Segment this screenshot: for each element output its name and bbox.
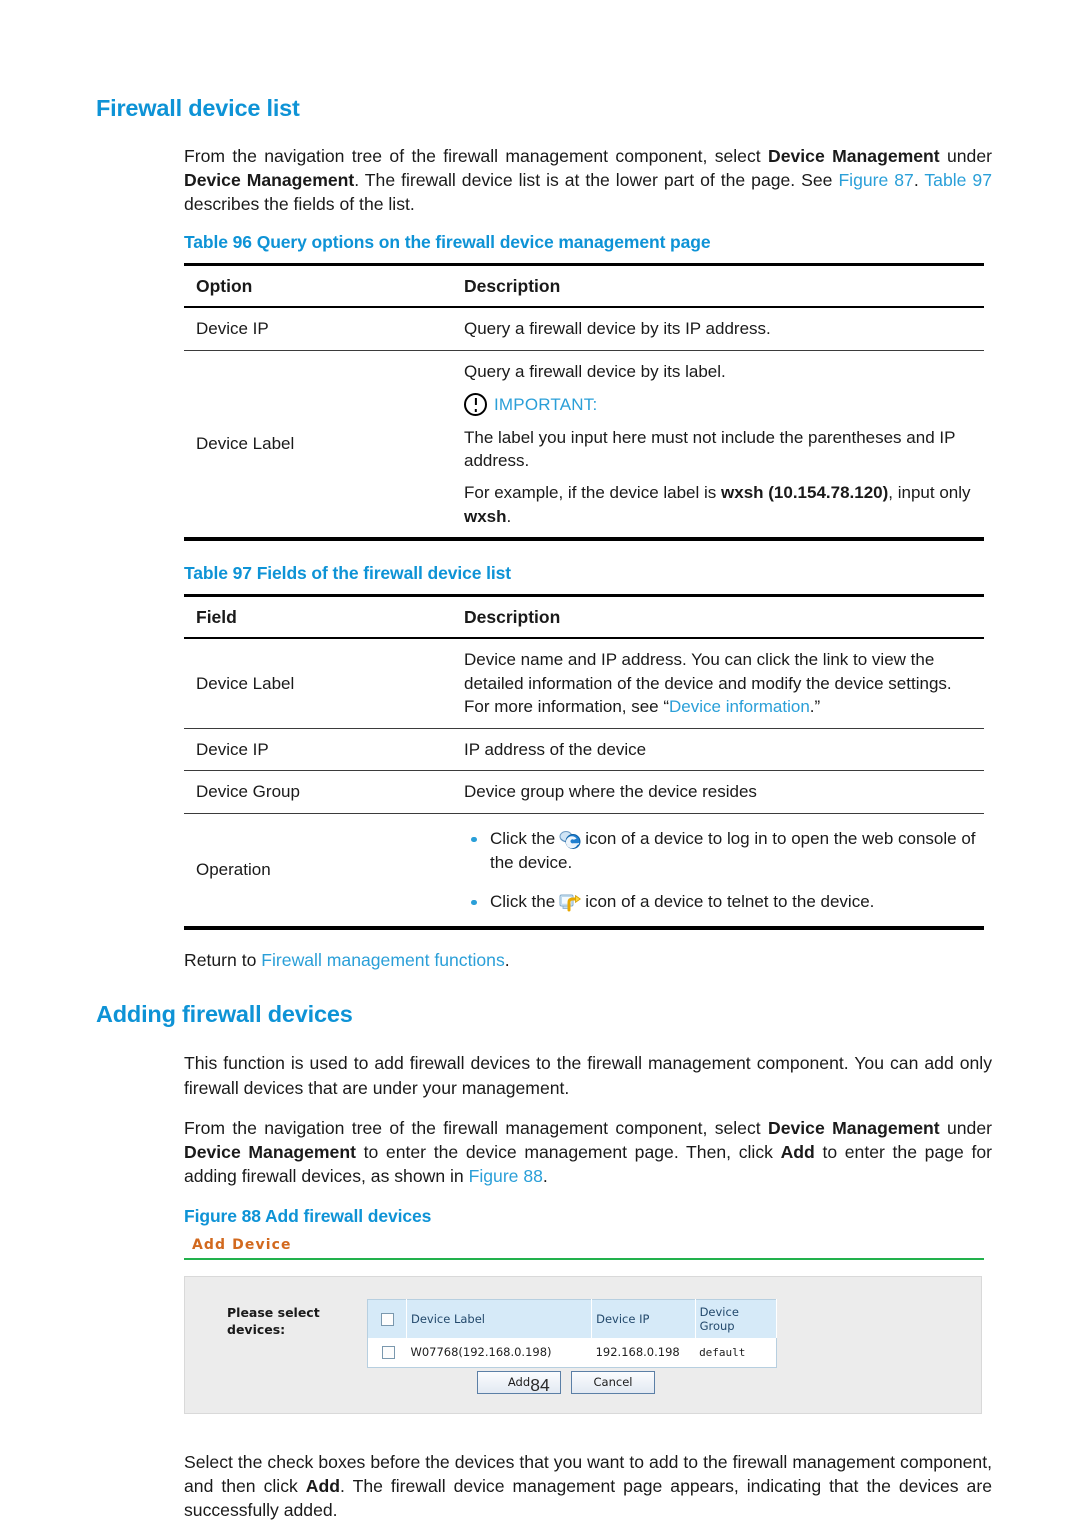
table-96-header-row: Option Description — [184, 263, 984, 309]
section2-paragraph-2: From the navigation tree of the firewall… — [184, 1116, 992, 1188]
device-ip-header: Device IP — [591, 1299, 696, 1338]
list-item: Click the icon of a device to log in to o… — [464, 827, 980, 876]
figure-88-caption: Figure 88 Add firewall devices — [184, 1205, 432, 1226]
table-row: Device Group Device group where the devi… — [184, 770, 984, 814]
page-title: Firewall device list — [96, 95, 300, 121]
row-device-group: default — [695, 1337, 777, 1368]
table-96-row0-option: Device IP — [184, 307, 452, 351]
section2-bold-3: Add — [780, 1141, 815, 1162]
table-96-header-description: Description — [452, 263, 984, 309]
table-97-row3-field: Operation — [184, 813, 452, 930]
figure-87-link[interactable]: Figure 87 — [838, 170, 913, 190]
table-96-header-option: Option — [184, 263, 452, 309]
please-select-devices-label: Please select devices: — [227, 1304, 320, 1337]
important-text-c: . — [506, 506, 512, 526]
device-table-header-row: Device Label Device IP Device Group — [367, 1299, 778, 1338]
row-device-ip: 192.168.0.198 — [591, 1337, 696, 1368]
important-example-label: wxsh (10.154.78.120) — [721, 483, 889, 503]
section2-text-b: under — [939, 1117, 992, 1138]
important-note-header: IMPORTANT: — [464, 393, 980, 417]
return-prefix: Return to — [184, 949, 262, 970]
closing-bold-add: Add — [305, 1475, 340, 1496]
important-label: IMPORTANT: — [494, 395, 598, 415]
closing-paragraph: Select the check boxes before the device… — [184, 1450, 992, 1522]
operation-bullet-1-after: icon of a device to telnet to the device… — [585, 891, 875, 911]
section2-bold-2: Device Management — [184, 1141, 356, 1162]
table-97-row0-description: Device name and IP address. You can clic… — [452, 638, 984, 729]
section2-text-a: From the navigation tree of the firewall… — [184, 1117, 769, 1138]
table-96-caption: Table 96 Query options on the firewall d… — [184, 232, 711, 253]
list-item: Click the icon of a device to telnet to t… — [464, 890, 980, 915]
intro-text-d: . — [913, 169, 925, 190]
section2-paragraph-1: This function is used to add firewall de… — [184, 1053, 992, 1098]
table-97-header-row: Field Description — [184, 594, 984, 640]
telnet-icon[interactable] — [558, 890, 582, 914]
section2-text-e: . — [542, 1165, 548, 1186]
select-all-header-cell — [367, 1299, 407, 1338]
query-by-label-text: Query a firewall device by its label. — [464, 361, 726, 381]
return-to-paragraph: Return to Firewall management functions. — [184, 948, 992, 972]
section2-bold-1: Device Management — [768, 1117, 940, 1138]
intro-text-e: describes the fields of the list. — [184, 194, 415, 215]
table-97: Field Description Device Label Device na… — [184, 594, 984, 930]
table-96-row0-description: Query a firewall device by its IP addres… — [452, 307, 984, 351]
device-label-header: Device Label — [406, 1299, 593, 1338]
operation-bullet-list: Click the icon of a device to log in to o… — [464, 827, 980, 915]
page-number: 84 — [530, 1375, 550, 1395]
table-97-header-field: Field — [184, 594, 452, 640]
add-device-title: Add Device — [192, 1236, 292, 1253]
intro-text-b: under — [939, 145, 992, 166]
table-96-row1-description: Query a firewall device by its label. IM… — [452, 350, 984, 542]
intro-bold-2: Device Management — [184, 169, 355, 190]
important-text-a: For example, if the device label is — [464, 483, 722, 503]
operation-bullet-0-before: Click the — [490, 828, 556, 848]
table-row: Operation Click the icon of a device to l… — [184, 813, 984, 930]
row-device-label[interactable]: W07768(192.168.0.198) — [406, 1337, 592, 1368]
device-group-header: Device Group — [695, 1299, 778, 1338]
table-97-row3-description: Click the icon of a device to log in to o… — [452, 813, 984, 930]
table-97-row1-description: IP address of the device — [452, 728, 984, 772]
title-rule — [184, 1257, 984, 1260]
device-label-desc-b: .” — [809, 697, 821, 717]
row-select-cell — [367, 1337, 407, 1368]
table-96-row1-option: Device Label — [184, 350, 452, 542]
table-97-header-description: Description — [452, 594, 984, 640]
intro-block: From the navigation tree of the firewall… — [184, 144, 992, 972]
intro-text-c: . The firewall device list is at the low… — [354, 169, 839, 190]
table-row: Device Label Query a firewall device by … — [184, 350, 984, 542]
table-97-row1-field: Device IP — [184, 728, 452, 772]
row-checkbox[interactable] — [381, 1346, 395, 1360]
select-all-checkbox[interactable] — [381, 1312, 395, 1326]
web-console-icon[interactable] — [558, 827, 582, 851]
intro-paragraph: From the navigation tree of the firewall… — [184, 144, 992, 216]
device-selection-table: Device Label Device IP Device Group W077… — [367, 1298, 778, 1368]
table-97-row0-field: Device Label — [184, 638, 452, 729]
important-example-value: wxsh — [464, 506, 507, 526]
table-96: Option Description Device IP Query a fir… — [184, 263, 984, 542]
document-page: Firewall device list From the navigation… — [0, 0, 1080, 1520]
table-row: Device IP IP address of the device — [184, 728, 984, 772]
important-note-line-1: The label you input here must not includ… — [464, 427, 956, 470]
important-icon — [464, 393, 487, 417]
section2-text-c: to enter the device management page. The… — [355, 1141, 781, 1162]
device-information-link[interactable]: Device information — [669, 697, 810, 716]
table-row: Device IP Query a firewall device by its… — [184, 307, 984, 351]
table-97-row2-field: Device Group — [184, 770, 452, 814]
important-note-line-2: For example, if the device label is wxsh… — [464, 481, 980, 528]
operation-bullet-1-before: Click the — [490, 891, 556, 911]
table-row: W07768(192.168.0.198) 192.168.0.198 defa… — [367, 1337, 777, 1368]
table-97-caption: Table 97 Fields of the firewall device l… — [184, 563, 512, 584]
table-row: Device Label Device name and IP address.… — [184, 638, 984, 729]
important-text-b: , input only — [888, 483, 971, 503]
adding-firewall-devices-heading: Adding firewall devices — [96, 1000, 353, 1027]
figure-88-link[interactable]: Figure 88 — [469, 1166, 543, 1186]
firewall-management-functions-link[interactable]: Firewall management functions — [261, 950, 505, 970]
intro-text-a: From the navigation tree of the firewall… — [184, 145, 769, 166]
table-97-link[interactable]: Table 97 — [924, 170, 992, 190]
section2-block: This function is used to add firewall de… — [184, 1051, 992, 1522]
table-97-row2-description: Device group where the device resides — [452, 770, 984, 814]
intro-bold-1: Device Management — [768, 145, 940, 166]
return-suffix: . — [504, 949, 510, 970]
